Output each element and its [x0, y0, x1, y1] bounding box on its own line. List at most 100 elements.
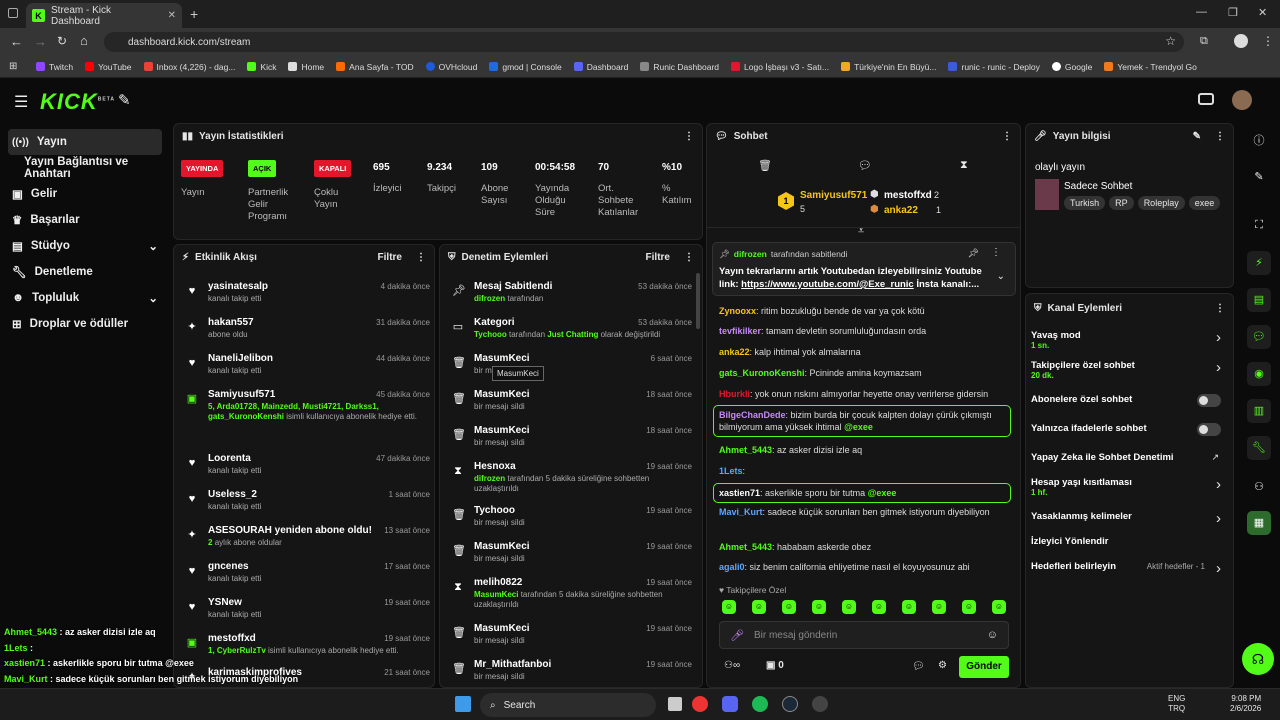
tag[interactable]: RP [1109, 196, 1134, 210]
chat-username[interactable]: agali0 [719, 562, 745, 572]
emote-button[interactable]: ☺ [962, 600, 976, 614]
chat-username[interactable]: Zynooxx [719, 306, 756, 316]
bookmark-runic[interactable]: Runic Dashboard [640, 62, 719, 72]
emote-button[interactable]: ☺ [722, 600, 736, 614]
filter-button[interactable]: Filtre [646, 252, 670, 263]
chrome-icon[interactable] [692, 696, 708, 712]
trash-icon[interactable]: 🗑︎ [758, 159, 772, 172]
list-item[interactable]: ♥ NaneliJelibon 44 dakika önce kanalı takip… [182, 353, 430, 389]
chat-username[interactable]: xastien71 [719, 488, 760, 498]
emote-button[interactable]: ☺ [752, 600, 766, 614]
community-icon[interactable]: ⚇ [1247, 475, 1271, 499]
list-item[interactable]: 🗑︎ MasumKeci 18 saat önce bir mesajı sildi [448, 425, 692, 461]
profile-icon[interactable] [1234, 34, 1248, 48]
maximize-icon[interactable]: ❐ [1228, 6, 1238, 19]
more-icon[interactable]: ⋮ [991, 247, 1001, 258]
chat-message[interactable]: xastien71: askerlikle sporu bir tutma @e… [713, 483, 1011, 503]
app-icon[interactable]: ▦ [1247, 511, 1271, 535]
language-indicator[interactable]: ENG TRQ [1168, 694, 1185, 714]
chat-input[interactable]: 🎤︎ Bir mesaj gönderin ☺ [719, 621, 1009, 649]
channel-action[interactable]: Hesap yaşı kısıtlaması 1 hf. › [1031, 476, 1227, 497]
taskview-icon[interactable] [668, 697, 682, 711]
chat-username[interactable]: Ahmet_5443 [719, 542, 772, 552]
channel-action[interactable]: Abonelere özel sohbet [1031, 394, 1227, 407]
minimize-icon[interactable]: — [1196, 6, 1207, 18]
bookmark-dashboard[interactable]: Dashboard [573, 62, 628, 72]
gear-icon[interactable]: ⚙︎ [938, 660, 947, 671]
emote-button[interactable]: ☺ [842, 600, 856, 614]
list-item[interactable]: 🗑︎ MasumKeci 19 saat önce bir mesajı sildi [448, 541, 692, 577]
chat-bubble-icon[interactable]: 💬︎ [858, 159, 872, 172]
chatters-icon[interactable]: ⚇∞ [724, 660, 740, 671]
more-icon[interactable]: ⋮ [1002, 131, 1012, 142]
emoji-icon[interactable]: ☺ [987, 629, 998, 641]
home-icon[interactable]: ⌂ [80, 33, 88, 48]
taskbar-search[interactable]: ⌕ Search [480, 693, 656, 717]
steam-icon[interactable] [782, 696, 798, 712]
chat-username[interactable]: BilgeChanDede [719, 410, 786, 420]
list-item[interactable]: ▣ mestoffxd 19 saat önce 1, CyberRulzTv isi… [182, 633, 430, 669]
chat-message[interactable]: Mavi_Kurt: sadece küçük sorunları ben gi… [719, 506, 1009, 518]
chat-username[interactable]: Mavi_Kurt [719, 507, 763, 517]
list-item[interactable]: ♥ YSNew 19 saat önce kanalı takip etti [182, 597, 430, 633]
sidebar-item-studyo[interactable]: ▤ Stüdyo ⌄ [0, 233, 170, 259]
sidebar-item-topluluk[interactable]: ☻ Topluluk ⌄ [0, 285, 170, 311]
sidebar-item-basarilar[interactable]: ♛ Başarılar [0, 207, 170, 233]
channel-action[interactable]: İzleyici Yönlendir [1031, 536, 1227, 547]
hourglass-icon[interactable]: ⧗ [960, 159, 968, 172]
emote-button[interactable]: ☺ [872, 600, 886, 614]
list-item[interactable]: ✦ hakan557 31 dakika önce abone oldu [182, 317, 430, 353]
filter-button[interactable]: Filtre [378, 252, 402, 263]
clock[interactable]: 9:08 PM 2/6/2026 [1230, 694, 1261, 714]
info-icon[interactable]: ⓘ [1247, 129, 1271, 153]
chat-message[interactable]: tevfikilker: tamam devletin sorumluluğun… [719, 325, 1009, 337]
toggle-switch[interactable] [1197, 423, 1221, 436]
apps-grid-icon[interactable]: ⊞ [9, 61, 17, 72]
tab-close-icon[interactable]: ✕ [168, 10, 176, 21]
expand-icon[interactable]: ⩡ [858, 225, 864, 238]
channel-action[interactable]: Yasaklanmış kelimeler › [1031, 510, 1227, 527]
more-icon[interactable]: ⋮ [416, 252, 426, 263]
edit-icon[interactable]: ✎ [1193, 131, 1201, 142]
forward-icon[interactable]: → [34, 34, 47, 49]
document-icon[interactable]: ▤ [1247, 288, 1271, 312]
chat-username[interactable]: anka22 [719, 347, 750, 357]
list-item[interactable]: ♥ Useless_2 1 saat önce kanalı takip etti [182, 489, 430, 525]
list-item[interactable]: ♥ Loorenta 47 dakika önce kanalı takip etti [182, 453, 430, 489]
list-item[interactable]: ⧗ Hesnoxa 19 saat önce difrozen tarafından … [448, 461, 692, 497]
external-link-icon[interactable]: ↗ [1211, 452, 1219, 463]
chat-message[interactable]: BilgeChanDede: bizim burda bir çocuk kal… [713, 405, 1011, 437]
list-item[interactable]: 🗑︎ Mr_Mithatfanboi 19 saat önce bir mesajı … [448, 659, 692, 687]
chat-icon[interactable]: 💬︎ [1247, 325, 1271, 349]
chat-message[interactable]: Ahmet_5443: hababam askerde obez [719, 541, 1009, 553]
chevron-right-icon[interactable]: › [1216, 329, 1221, 346]
chevron-down-icon[interactable]: ⌄ [997, 271, 1005, 282]
window-close-icon[interactable]: ✕ [1258, 6, 1267, 19]
broadcast-icon[interactable]: ◉ [1247, 362, 1271, 386]
bookmark-trendyol[interactable]: Yemek - Trendyol Go [1104, 62, 1197, 72]
scrollbar[interactable] [696, 273, 700, 329]
sidebar-item-yayin[interactable]: ((•)) Yayın [8, 129, 162, 155]
chevron-right-icon[interactable]: › [1216, 510, 1221, 527]
more-icon[interactable]: ⋮ [684, 252, 694, 263]
discord-icon[interactable] [722, 696, 738, 712]
sidebar-item-denetleme[interactable]: 🔧︎ Denetleme [0, 259, 170, 285]
bookmark-turkiye[interactable]: Türkiye'nin En Büyü... [841, 62, 936, 72]
chat-message[interactable]: Hburkli: yok onun rıskını almıyorlar hey… [719, 388, 1009, 400]
crop-icon[interactable]: ⛶ [1247, 213, 1271, 237]
emote-button[interactable]: ☺ [812, 600, 826, 614]
chat-bubble-icon[interactable]: 💬︎ [912, 661, 925, 672]
app-icon[interactable] [812, 696, 828, 712]
list-item[interactable]: 🗑︎ MasumKeci 18 saat önce bir mesajı sildi [448, 389, 692, 425]
bookmark-youtube[interactable]: YouTube [85, 62, 132, 72]
tab-menu-icon[interactable] [8, 8, 18, 18]
list-item[interactable]: ✦ ASESOURAH yeniden abone oldu! 13 saat ön… [182, 525, 430, 561]
list-item[interactable]: ▣ Samiyusuf571 45 dakika önce 5, Arda01728,… [182, 389, 430, 425]
channel-action[interactable]: Yavaş mod 1 sn. › [1031, 329, 1227, 350]
layout-icon[interactable]: ▥ [1247, 399, 1271, 423]
chat-username[interactable]: 1Lets [719, 466, 743, 476]
emote-button[interactable]: ☺ [932, 600, 946, 614]
list-item[interactable]: ▭ Kategori 53 dakika önce Tychooo tarafında… [448, 317, 692, 353]
tag[interactable]: Turkish [1064, 196, 1106, 210]
browser-tab[interactable]: K Stream - Kick Dashboard ✕ [26, 3, 182, 28]
